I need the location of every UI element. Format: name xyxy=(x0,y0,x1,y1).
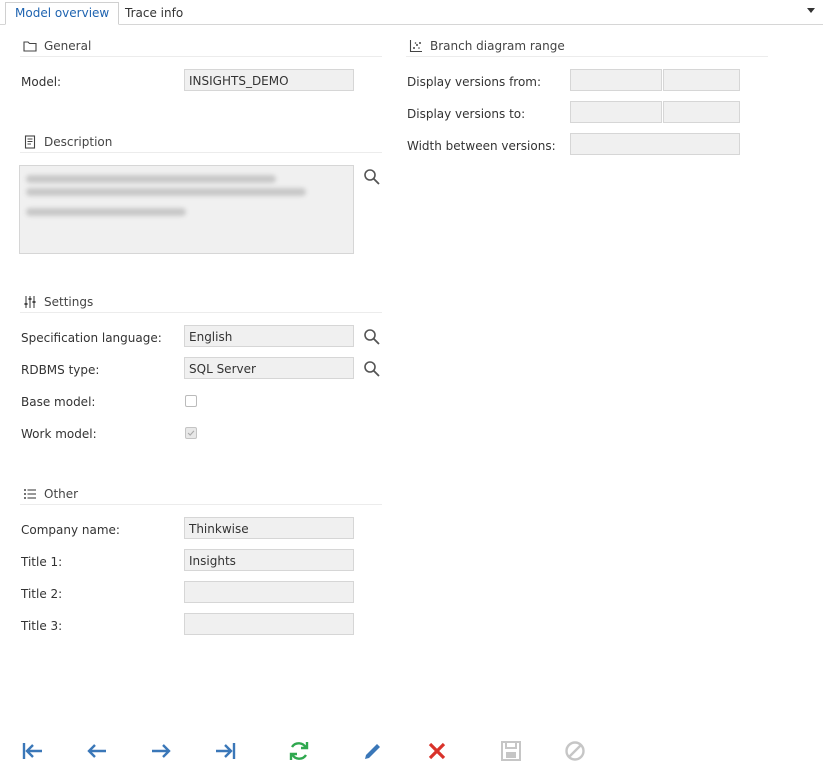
blurred-text-line xyxy=(26,175,276,183)
description-field[interactable] xyxy=(19,165,354,254)
title3-label: Title 3: xyxy=(21,619,63,633)
group-other: Other xyxy=(20,484,382,505)
base-model-checkbox[interactable] xyxy=(185,395,197,407)
title2-label: Title 2: xyxy=(21,587,63,601)
group-description: Description xyxy=(20,132,382,153)
group-title: Other xyxy=(44,487,79,501)
search-icon[interactable] xyxy=(363,360,381,378)
list-icon xyxy=(24,489,36,499)
cancel-icon[interactable] xyxy=(563,739,587,763)
group-branch-diagram-range: Branch diagram range xyxy=(406,36,768,57)
model-label: Model: xyxy=(21,75,62,89)
group-title: Description xyxy=(44,135,113,149)
tab-model-overview[interactable]: Model overview xyxy=(5,2,120,25)
refresh-icon[interactable] xyxy=(287,739,311,763)
previous-record-icon[interactable] xyxy=(85,739,109,763)
display-versions-from-field-2[interactable] xyxy=(663,69,740,91)
group-general: General xyxy=(20,36,382,57)
chart-icon xyxy=(409,40,422,53)
document-icon xyxy=(24,135,36,149)
display-versions-from-field-1[interactable] xyxy=(570,69,662,91)
display-versions-to-field-1[interactable] xyxy=(570,101,662,123)
title1-label: Title 1: xyxy=(21,555,63,569)
delete-icon[interactable] xyxy=(425,739,449,763)
display-versions-from-label: Display versions from: xyxy=(407,75,542,89)
next-record-icon[interactable] xyxy=(149,739,173,763)
blurred-text-line xyxy=(26,188,306,196)
search-icon[interactable] xyxy=(363,168,381,186)
edit-icon[interactable] xyxy=(361,739,385,763)
work-model-label: Work model: xyxy=(21,427,97,441)
last-record-icon[interactable] xyxy=(213,739,237,763)
title3-field[interactable] xyxy=(184,613,354,635)
title1-field[interactable]: Insights xyxy=(184,549,354,571)
model-field[interactable]: INSIGHTS_DEMO xyxy=(184,69,354,91)
tab-bar: Model overview Trace info xyxy=(0,0,823,25)
spec-language-label: Specification language: xyxy=(21,331,162,345)
company-name-field[interactable]: Thinkwise xyxy=(184,517,354,539)
spec-language-field[interactable]: English xyxy=(184,325,354,347)
width-between-versions-field[interactable] xyxy=(570,133,740,155)
display-versions-to-field-2[interactable] xyxy=(663,101,740,123)
group-settings: Settings xyxy=(20,292,382,313)
group-title: General xyxy=(44,39,92,53)
rdbms-field[interactable]: SQL Server xyxy=(184,357,354,379)
title2-field[interactable] xyxy=(184,581,354,603)
company-name-label: Company name: xyxy=(21,523,120,537)
search-icon[interactable] xyxy=(363,328,381,346)
first-record-icon[interactable] xyxy=(21,739,45,763)
rdbms-label: RDBMS type: xyxy=(21,363,100,377)
sliders-icon xyxy=(24,296,36,308)
checkmark-icon xyxy=(187,430,195,436)
width-between-versions-label: Width between versions: xyxy=(407,139,556,153)
save-icon[interactable] xyxy=(499,739,523,763)
group-title: Branch diagram range xyxy=(430,39,565,53)
folder-icon xyxy=(23,41,37,52)
group-title: Settings xyxy=(44,295,94,309)
display-versions-to-label: Display versions to: xyxy=(407,107,526,121)
base-model-label: Base model: xyxy=(21,395,96,409)
tab-dropdown-icon[interactable] xyxy=(807,8,815,13)
tab-trace-info[interactable]: Trace info xyxy=(116,3,192,24)
work-model-checkbox[interactable] xyxy=(185,427,197,439)
blurred-text-line xyxy=(26,208,186,216)
